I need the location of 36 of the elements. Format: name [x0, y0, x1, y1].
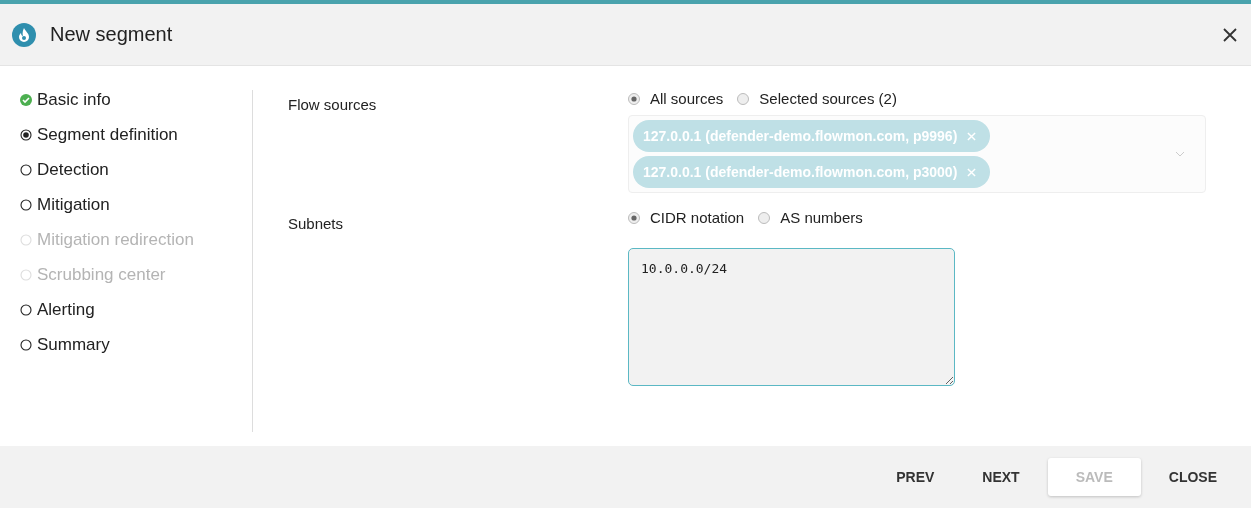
remove-icon[interactable]	[967, 131, 977, 141]
radio-empty-icon	[20, 338, 32, 351]
source-chip: 127.0.0.1 (defender-demo.flowmon.com, p3000)	[633, 156, 991, 188]
step-item[interactable]: Detection	[20, 152, 252, 187]
footer-button[interactable]: CLOSE	[1148, 458, 1237, 496]
radio-empty-icon	[20, 163, 32, 176]
radio-icon[interactable]	[628, 211, 640, 224]
radio-empty-icon	[20, 233, 32, 246]
remove-icon[interactable]	[967, 167, 977, 177]
check-circle-icon	[20, 93, 32, 106]
step-item[interactable]: Alerting	[20, 292, 252, 327]
footer-button[interactable]: PREV	[876, 458, 955, 496]
radio-filled-icon	[20, 128, 32, 141]
chevron-down-icon[interactable]	[1175, 151, 1185, 157]
source-chip: 127.0.0.1 (defender-demo.flowmon.com, p9996)	[633, 120, 991, 152]
radio-icon[interactable]	[737, 92, 750, 105]
footer-button[interactable]: NEXT	[962, 458, 1040, 496]
radio-option[interactable]: AS numbers	[758, 209, 863, 226]
subnets-input-field[interactable]: 10.0.0.0/24	[628, 248, 955, 386]
field-label: Subnets	[288, 214, 345, 234]
step-item[interactable]: Summary	[20, 327, 252, 362]
step-item[interactable]: Segment definition	[20, 117, 252, 152]
radio-empty-icon	[20, 268, 32, 281]
radio-option[interactable]: Selected sources (2)	[737, 90, 897, 107]
field-label: Flow sources	[288, 95, 378, 115]
close-icon[interactable]	[1223, 27, 1237, 42]
radio-empty-icon	[20, 198, 32, 211]
radio-empty-icon	[20, 303, 32, 316]
step-item[interactable]: Mitigation	[20, 187, 252, 222]
step-item[interactable]: Basic info	[20, 82, 252, 117]
radio-option[interactable]: All sources	[628, 90, 724, 107]
radio-icon[interactable]	[758, 211, 771, 224]
flame-logo-icon	[12, 22, 36, 47]
radio-option[interactable]: CIDR notation	[628, 209, 745, 226]
dialog-title: New segment	[50, 23, 174, 46]
radio-icon[interactable]	[628, 92, 640, 105]
